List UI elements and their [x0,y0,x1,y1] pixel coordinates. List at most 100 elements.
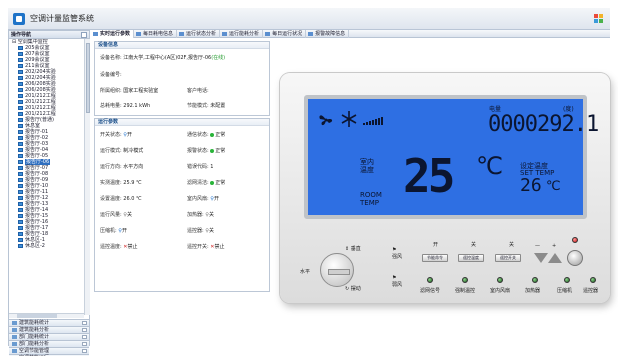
sidebar-menu-item[interactable]: 部门能耗统计 [9,333,89,340]
expand-icon[interactable] [82,349,87,353]
indicator-label: 压缩机 [557,288,573,294]
param-row: 遥控器: ♀关 [187,228,214,234]
sidebar-menu-item[interactable]: 建筑能耗分析 [9,326,89,333]
device-online-status: (在线) [211,55,226,61]
tree-item[interactable]: 休息区-2 [9,243,84,249]
energy-command-button[interactable]: 节能命令 [422,254,448,262]
device-name-row: 设备名称: 江南大学,工程中心(A区)02F,报告厅-06(在线) [100,55,225,61]
tab[interactable]: 每日运行状况 [263,30,307,38]
param-value: 26.0 ℃ [123,196,142,202]
tab[interactable]: 每日耗电信息 [134,30,178,38]
param-row: 运行方向: 水平方向 [100,164,143,170]
remote-switch-state: 关 [509,242,515,248]
tree-item-label: 休息区-2 [25,243,45,249]
param-row: 遥控开关: ✕禁止 [187,244,225,250]
param-row: 运行风量: ♀关 [100,212,132,218]
expand-icon[interactable] [82,328,87,332]
tab-icon [179,32,185,36]
set-temp-unit: ℃ [546,179,561,194]
device-icon [18,202,23,206]
control-panel: ⇕ 垂直 水平 ↻ 摆动 ⚑ 强风 ⚑ 弱风 开 关 关 节能命令 遥控温度 遥控开… [280,223,610,303]
param-value: 关 [126,212,132,218]
indicator-led [427,277,433,283]
total-power-row: 总耗电量: 292.1 kWh [100,103,150,109]
indicator-label: 遥控器 [583,288,599,294]
lcd-display: 电量 (度) 0000292.1 室内 温度 25 ℃ 设定温度 SET TEM… [304,95,599,219]
device-dept-row: 所属组织: 国家工程实验室 [100,88,158,94]
device-icon [18,166,23,170]
indicator-led [532,277,538,283]
param-label: 运行风量: [100,212,122,218]
param-label: 滤网清洁: [187,180,209,186]
device-icon [18,154,23,158]
run-params-panel: 运行参数 开关状态: ♀开 通信状态: 正常 运行模式: 制冷模式 报警状态: 正常运… [94,118,270,292]
saving-mode-row: 节能模式: 未配置 [187,103,225,109]
temp-down-button[interactable] [534,253,548,263]
tab-icon [308,32,314,36]
device-icon [18,118,23,122]
fan-high-label: ⚑ 强风 [392,247,403,260]
param-label: 遥控开关: [187,244,209,250]
device-tree: ⊟ 空调集中监控 205会议室 207会议室 209会议室 211会议室 202/204… [9,39,84,319]
total-power-value: 292.1 kWh [123,103,151,109]
device-icon [18,148,23,152]
param-label: 开关状态: [100,132,122,138]
remote-temp-button[interactable]: 遥控温度 [458,254,484,262]
remote-switch-button[interactable]: 遥控开关 [495,254,521,262]
sidebar-header-label: 操作导航 [11,32,32,38]
param-value: 禁止 [214,244,225,250]
indicator-led [497,277,503,283]
tab[interactable]: 报警故障信息 [306,30,350,38]
device-icon [18,232,23,236]
power-button[interactable] [567,250,583,266]
device-icon [18,76,23,80]
param-value: 制冷模式 [123,148,144,154]
tree-vertical-scrollbar[interactable] [84,39,90,315]
fan-low-label: ⚑ 弱风 [392,275,403,288]
param-row: 设置温度: 26.0 ℃ [100,196,142,202]
param-row: 遥控温度: ✕禁止 [100,244,138,250]
tab-icon [93,32,98,36]
device-icon [18,94,23,98]
param-label: 遥控温度: [100,244,122,250]
param-row: 实测温度: 25.9 ℃ [100,180,142,186]
tree-horizontal-scrollbar[interactable] [9,313,84,318]
param-value: 开 [213,196,219,202]
sidebar-menu-item[interactable]: 建筑能耗统计 [9,319,89,326]
sidebar-menu-item[interactable]: 空调节能管理 [9,347,89,354]
tab-icon [265,32,271,36]
indicator-led [590,277,596,283]
menu-icon [12,328,17,332]
temp-up-button[interactable] [548,253,562,263]
device-icon [18,70,23,74]
device-icon [18,208,23,212]
tab-bar: 实时运行参数 每日耗电信息 运行状态分析 运行能耗分析 每日运行状况 报警故障信息 [91,30,610,38]
tab-label: 每日耗电信息 [143,31,174,37]
device-info-title: 设备信息 [95,42,269,49]
param-value: 关 [208,212,214,218]
expand-icon[interactable] [82,342,87,346]
room-temp-unit: ℃ [476,152,503,180]
param-label: 室内风扇: [187,196,209,202]
tab[interactable]: 实时运行参数 [91,30,135,38]
app-title: 空调计量监管系统 [30,14,94,23]
tab[interactable]: 运行能耗分析 [220,30,264,38]
apps-grid-icon[interactable] [594,14,604,24]
indicator-label: 室内风扇 [490,288,511,294]
sidebar-menu-item[interactable]: 部门能耗分析 [9,340,89,347]
expand-icon[interactable] [82,321,87,325]
swing-knob[interactable] [320,253,354,287]
device-icon [18,178,23,182]
room-label: ROOM [360,191,382,199]
collapse-sidebar-button[interactable] [81,32,87,38]
sidebar: 操作导航 ⊟ 空调集中监控 205会议室 207会议室 209会议室 211会议室 20… [8,30,90,356]
param-label: 运行模式: [100,148,122,154]
fan-icon [319,115,333,126]
thermostat-panel: 电量 (度) 0000292.1 室内 温度 25 ℃ 设定温度 SET TEM… [280,73,610,303]
device-id-label: 设备编号: [100,72,122,78]
expand-icon[interactable] [82,335,87,339]
tab[interactable]: 运行状态分析 [177,30,221,38]
param-value: 禁止 [127,244,138,250]
menu-icon [12,335,17,339]
param-value: 1 [210,164,214,170]
